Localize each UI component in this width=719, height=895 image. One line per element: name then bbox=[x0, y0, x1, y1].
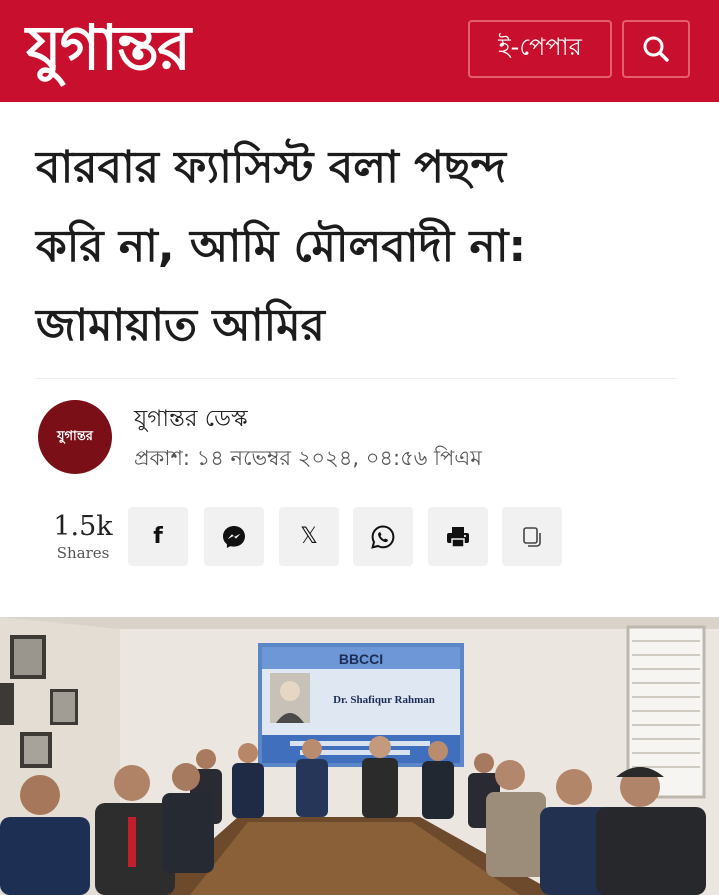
share-messenger-button[interactable] bbox=[204, 507, 264, 566]
share-count: 1.5k Shares bbox=[44, 511, 122, 563]
copy-icon bbox=[523, 526, 541, 547]
headline-line: করি না, আমি মৌলবাদী না: bbox=[36, 221, 527, 272]
banner-name: Dr. Shafiqur Rahman bbox=[333, 694, 435, 706]
share-count-number: 1.5k bbox=[53, 511, 113, 542]
site-header: যুগান্তর ই-পেপার bbox=[0, 0, 719, 102]
article-headline: বারবার ফ্যাসিস্ট বলা পছন্দ করি না, আমি ম… bbox=[36, 128, 686, 365]
divider bbox=[36, 378, 676, 379]
share-x-button[interactable]: 𝕏 bbox=[279, 507, 339, 566]
site-logo[interactable]: যুগান্তর bbox=[26, 8, 191, 88]
author-name[interactable]: যুগান্তর ডেস্ক bbox=[134, 400, 248, 439]
published-date: প্রকাশ: ১৪ নভেম্বর ২০২৪, ০৪:৫৬ পিএম bbox=[134, 446, 482, 470]
messenger-icon bbox=[223, 525, 245, 548]
meeting-photo: BBCCI Dr. Shafiqur Rahman bbox=[0, 617, 719, 895]
search-button[interactable] bbox=[622, 20, 690, 78]
copy-link-button[interactable] bbox=[502, 507, 562, 566]
search-icon bbox=[643, 36, 669, 62]
headline-line: জামায়াত আমির bbox=[36, 300, 325, 351]
epaper-button[interactable]: ই-পেপার bbox=[468, 20, 612, 78]
headline-line: বারবার ফ্যাসিস্ট বলা পছন্দ bbox=[36, 142, 506, 193]
x-icon: 𝕏 bbox=[300, 524, 318, 549]
share-facebook-button[interactable]: f bbox=[128, 507, 188, 566]
avatar-logo-text: যুগান্তর bbox=[57, 428, 93, 444]
article-photo[interactable]: BBCCI Dr. Shafiqur Rahman bbox=[0, 617, 719, 895]
share-count-label: Shares bbox=[56, 544, 110, 562]
print-button[interactable] bbox=[428, 507, 488, 566]
author-avatar[interactable]: যুগান্তর bbox=[38, 400, 112, 474]
whatsapp-icon bbox=[371, 524, 395, 549]
print-icon bbox=[447, 526, 469, 548]
banner-title: BBCCI bbox=[339, 651, 383, 667]
facebook-icon: f bbox=[153, 524, 163, 549]
share-whatsapp-button[interactable] bbox=[353, 507, 413, 566]
